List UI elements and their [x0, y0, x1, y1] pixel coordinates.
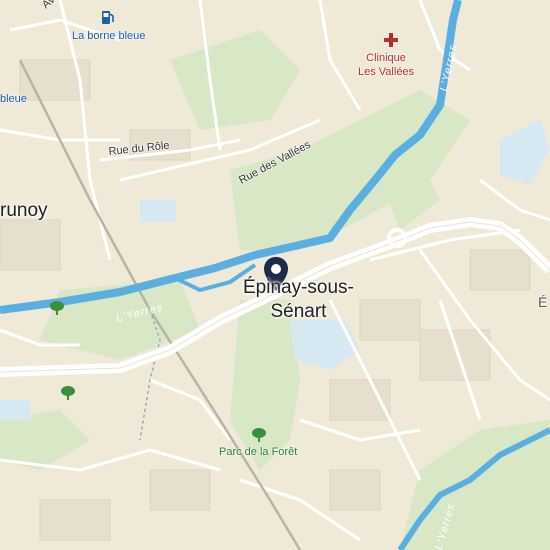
- tree-icon[interactable]: [60, 385, 76, 406]
- clinic-label[interactable]: Clinique Les Vallées: [358, 51, 414, 79]
- map-view[interactable]: Ave La borne bleue bleue Clinique Les Va…: [0, 0, 550, 550]
- city-label-brunoy: runoy: [0, 200, 48, 221]
- clinic-label-line1: Clinique: [366, 52, 406, 64]
- red-cross-icon[interactable]: [383, 32, 399, 53]
- city-label-east-partial: É: [538, 294, 548, 310]
- clinic-label-line2: Les Vallées: [358, 66, 415, 78]
- fuel-station-label[interactable]: La borne bleue: [72, 30, 145, 42]
- city-label-line1: Épinay-sous-: [243, 277, 354, 298]
- tree-icon[interactable]: [49, 300, 65, 321]
- park-label[interactable]: Parc de la Forêt: [219, 446, 297, 458]
- fuel-station-label-partial[interactable]: bleue: [0, 93, 27, 105]
- fuel-pump-icon[interactable]: [100, 8, 116, 31]
- tree-icon[interactable]: [251, 427, 267, 448]
- city-label-line2: Sénart: [270, 301, 327, 322]
- city-label-epinay-sous-senart: Épinay-sous- Sénart: [243, 276, 354, 324]
